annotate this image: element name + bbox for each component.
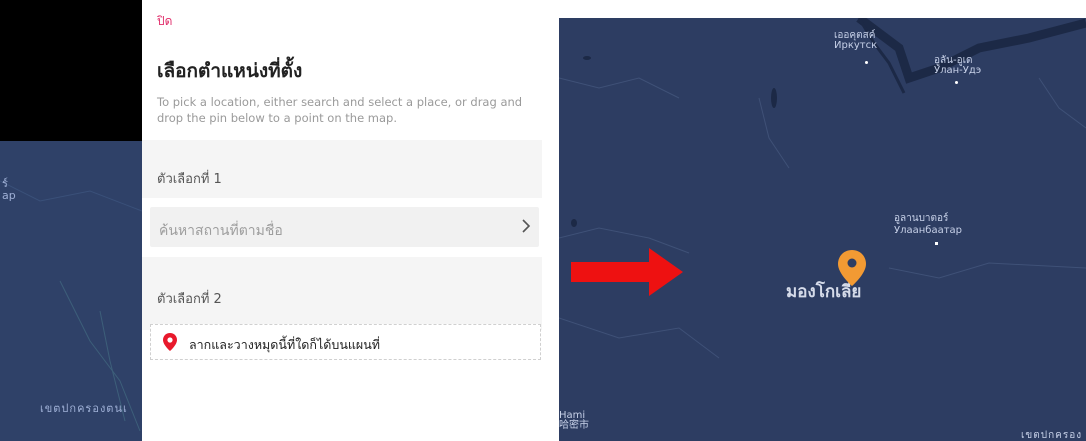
location-picker-panel: ปิด เลือกตำแหน่งที่ตั้ง To pick a locati… (142, 0, 542, 441)
search-place-button[interactable]: ค้นหาสถานที่ตามชื่อ (150, 207, 539, 247)
left-map-lines (0, 180, 142, 432)
city-dot-irkutsk (865, 61, 868, 64)
city-ulaanbaatar-th: อูลานบาตอร์ (894, 213, 949, 224)
close-link[interactable]: ปิด (157, 12, 172, 31)
region-label-bottom-right: เขตปกครอง (1021, 430, 1083, 441)
city-hami: Hami 哈密市 (559, 410, 589, 431)
capital-dot-ulaanbaatar (935, 242, 938, 245)
city-ulaanbaatar-ru: Улаанбаатар (894, 225, 963, 236)
drag-pin-label: ลากและวางหมุดนี้ที่ใดก็ได้บนแผนที่ (189, 337, 381, 352)
drag-pin-row[interactable]: ลากและวางหมุดนี้ที่ใดก็ได้บนแผนที่ (150, 324, 541, 360)
left-map-region-label: เขตปกครองตนเ (40, 402, 128, 415)
city-irkutsk-ru: Иркутск (834, 40, 878, 51)
instructions-text: To pick a location, either search and se… (157, 95, 523, 125)
page-title: เลือกตำแหน่งที่ตั้ง (157, 60, 303, 82)
red-arrow-annotation (571, 248, 683, 296)
city-dot-ulanude (955, 81, 958, 84)
map-top-black-area (0, 0, 142, 141)
city-ulanude-ru: Улан-Удэ (934, 65, 982, 76)
map-view[interactable]: เออคุตสค์ Иркутск อูลัน-อูเด Улан-Удэ อู… (559, 18, 1086, 441)
map-marker-icon[interactable] (838, 250, 866, 286)
option2-label: ตัวเลือกที่ 2 (157, 292, 222, 307)
map-pin-icon[interactable] (163, 333, 177, 351)
search-placeholder: ค้นหาสถานที่ตามชื่อ (159, 223, 283, 239)
option1-label: ตัวเลือกที่ 1 (157, 172, 222, 187)
left-map-label-fragment: ร์ ap (2, 177, 16, 202)
left-map-background[interactable]: ร์ ap เขตปกครองตนเ (0, 0, 142, 441)
chevron-right-icon (522, 219, 531, 233)
map-terrain (559, 18, 1086, 359)
